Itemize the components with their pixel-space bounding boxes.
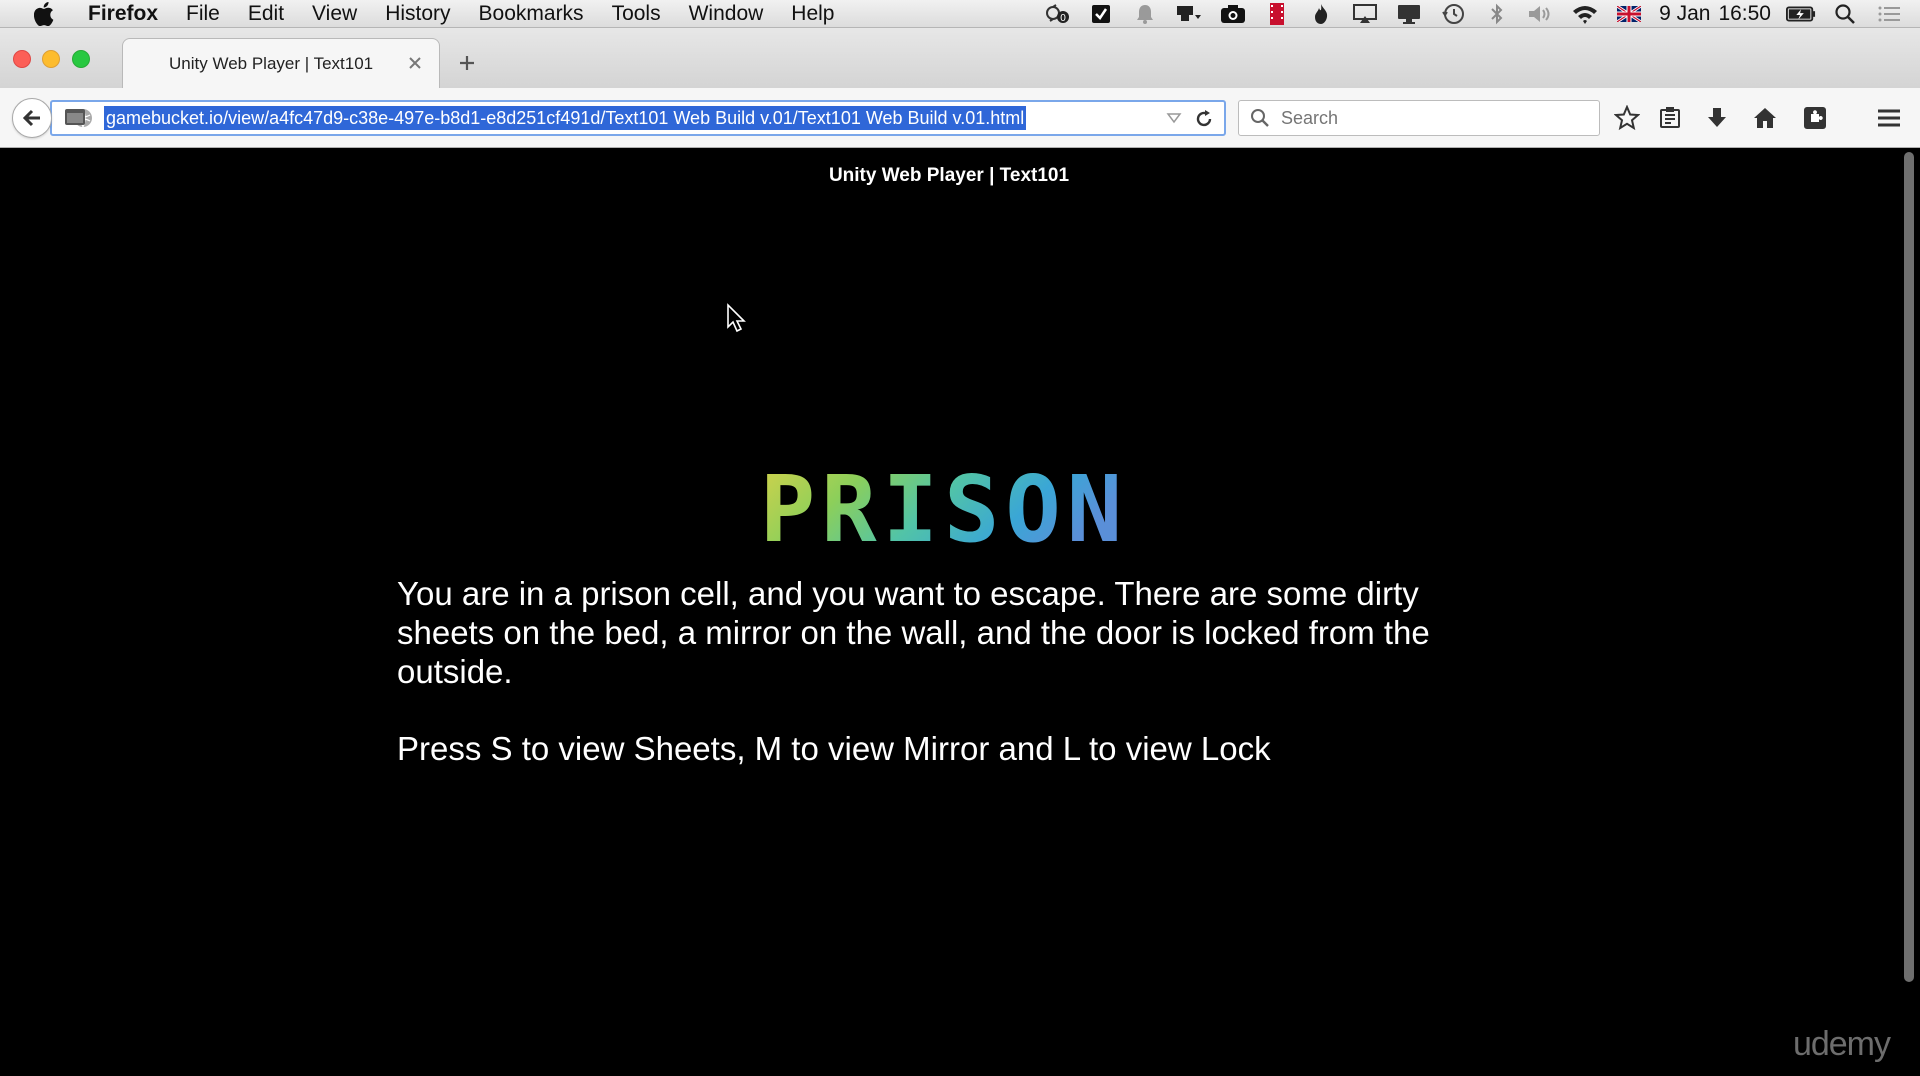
macos-menu-bar: Firefox File Edit View History Bookmarks… [0,0,1920,28]
camera-icon[interactable] [1218,1,1248,27]
clock-time[interactable]: 16:50 [1718,2,1771,26]
clock-date[interactable]: 9 Jan [1659,2,1710,26]
menu-help[interactable]: Help [777,0,848,28]
web-page-content: Unity Web Player | Text101 PRISON You ar… [0,149,1898,1076]
url-history-dropdown-icon[interactable] [1164,108,1184,128]
window-zoom-button[interactable] [72,50,90,68]
downloads-icon[interactable] [1702,103,1732,133]
wifi-icon[interactable] [1570,1,1600,27]
navigation-toolbar: gamebucket.io/view/a4fc47d9-c38e-497e-b8… [0,88,1920,148]
menu-edit[interactable]: Edit [234,0,298,28]
menu-history[interactable]: History [371,0,464,28]
game-title-logo: PRISON [712,456,1176,563]
tab-title: Unity Web Player | Text101 [169,53,374,73]
sync-icon[interactable]: 0 [1042,1,1072,27]
page-header: Unity Web Player | Text101 [828,165,1070,186]
reading-list-icon[interactable] [1655,103,1685,133]
monitor-icon[interactable] [1394,1,1424,27]
battery-icon[interactable] [1786,1,1816,27]
airplay-icon[interactable] [1350,1,1380,27]
reload-icon[interactable] [1192,107,1216,131]
mouse-cursor-icon [727,303,746,333]
display-menu-icon[interactable] [1174,1,1204,27]
controls-prompt: Press S to view Sheets, M to view Mirror… [397,730,1271,767]
notification-center-icon[interactable] [1874,1,1904,27]
menu-file[interactable]: File [172,0,234,28]
svg-text:0: 0 [1060,13,1066,24]
story-text: You are in a prison cell, and you want t… [397,575,1430,690]
search-icon [1247,105,1273,131]
time-machine-icon[interactable] [1438,1,1468,27]
hamburger-menu-icon[interactable] [1874,103,1904,133]
apple-menu-icon[interactable] [26,1,62,26]
uk-flag-icon[interactable] [1614,1,1644,27]
bookmark-star-icon[interactable] [1612,103,1642,133]
status-area: 0 9 Jan 16:50 [1035,0,1920,28]
bluetooth-icon[interactable] [1482,1,1512,27]
menu-view[interactable]: View [298,0,371,28]
window-close-button[interactable] [13,50,31,68]
scrollbar-thumb[interactable] [1904,152,1914,982]
search-input[interactable] [1279,106,1579,130]
flame-icon[interactable] [1306,1,1336,27]
game-title-text: PRISON [760,469,1128,549]
menu-tools[interactable]: Tools [598,0,675,28]
tab-close-icon[interactable] [405,53,425,73]
url-bar[interactable]: gamebucket.io/view/a4fc47d9-c38e-497e-b8… [50,100,1226,136]
window-minimize-button[interactable] [42,50,60,68]
film-strip-icon[interactable] [1262,1,1292,27]
tab-strip: Unity Web Player | Text101 [0,28,1920,88]
home-icon[interactable] [1750,103,1780,133]
sidebar-toggle-icon[interactable] [60,102,90,132]
spotlight-search-icon[interactable] [1830,1,1860,27]
menu-firefox[interactable]: Firefox [76,0,172,28]
menu-window[interactable]: Window [675,0,778,28]
url-text[interactable]: gamebucket.io/view/a4fc47d9-c38e-497e-b8… [104,106,1027,130]
prison-logo-graphic: PRISON [760,456,1128,563]
notification-bell-icon[interactable] [1130,1,1160,27]
new-tab-button[interactable] [454,50,480,76]
extension-icon[interactable] [1800,103,1830,133]
search-bar[interactable] [1238,100,1600,136]
menu-bookmarks[interactable]: Bookmarks [465,0,598,28]
checkbox-icon[interactable] [1086,1,1116,27]
volume-icon[interactable] [1526,1,1556,27]
tab-unity-web-player[interactable]: Unity Web Player | Text101 [122,38,440,88]
back-button[interactable] [12,98,52,138]
udemy-watermark: udemy [1792,1025,1891,1063]
